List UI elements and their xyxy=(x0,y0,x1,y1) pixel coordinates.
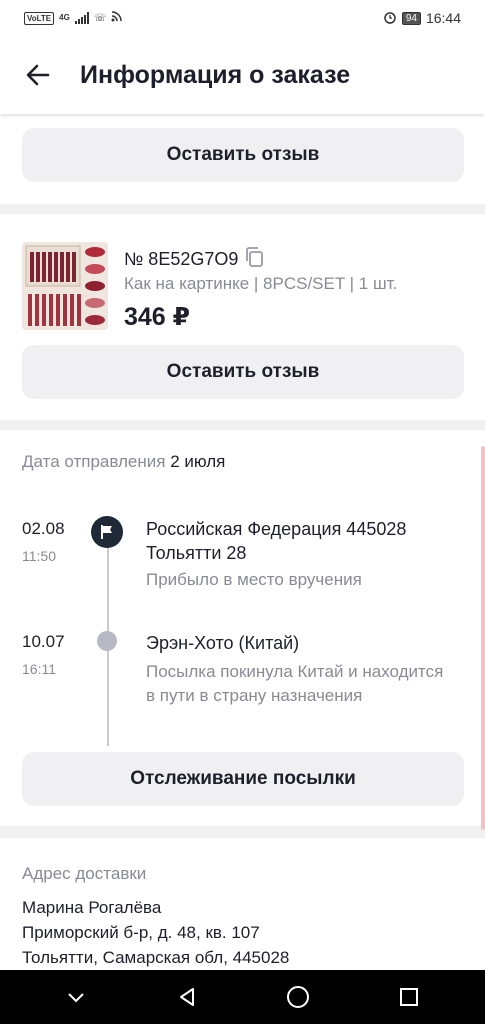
flag-icon xyxy=(91,516,123,548)
event-location: Российская Федерация 445028 Тольятти 28 xyxy=(146,519,407,563)
leave-review-button[interactable]: Оставить отзыв xyxy=(22,345,464,399)
product-card: № 8E52G7O9 Как на картинке | 8PCS/SET | … xyxy=(0,214,485,420)
square-recents-icon xyxy=(400,988,419,1006)
notification-icon: ☏ xyxy=(93,12,107,24)
triangle-back-icon xyxy=(179,988,194,1006)
event-date: 02.08 xyxy=(22,519,65,538)
address-street: Приморский б-р, д. 48, кв. 107 xyxy=(22,923,260,942)
tracking-card: Дата отправления 2 июля 02.08 11:50 Росс… xyxy=(0,430,485,830)
product-thumbnail[interactable] xyxy=(22,242,108,330)
network-type: 4G xyxy=(59,13,70,22)
chevron-down-icon xyxy=(67,993,84,1003)
signal-icon xyxy=(74,12,89,24)
ship-date-value: 2 июля xyxy=(170,452,226,471)
copy-icon[interactable] xyxy=(244,246,264,273)
hide-keyboard-button[interactable] xyxy=(54,975,98,1019)
track-parcel-button[interactable]: Отслеживание посылки xyxy=(22,752,464,806)
event-time: 16:11 xyxy=(22,661,56,677)
order-number: № 8E52G7O9 xyxy=(124,246,264,273)
ship-date: Дата отправления 2 июля xyxy=(22,452,225,472)
scroll-indicator xyxy=(481,446,485,830)
arrow-left-icon xyxy=(26,64,50,86)
clock: 16:44 xyxy=(425,10,461,26)
address-title: Адрес доставки xyxy=(22,864,147,883)
event-date: 10.07 xyxy=(22,632,65,651)
order-number-text: № 8E52G7O9 xyxy=(124,249,239,269)
address-city: Тольятти, Самарская обл, 445028 xyxy=(22,948,290,967)
address-card: Адрес доставки Марина Рогалёва Приморски… xyxy=(0,838,485,970)
product-variant: Как на картинке | 8PCS/SET | 1 шт. xyxy=(124,274,398,293)
alarm-icon xyxy=(383,10,397,27)
app-bar: Информация о заказе xyxy=(0,36,485,114)
nav-back-button[interactable] xyxy=(165,975,209,1019)
event-status: Посылка покинула Китай и находится в пут… xyxy=(146,662,444,705)
event-status: Прибыло в место вручения xyxy=(146,570,362,589)
back-button[interactable] xyxy=(20,57,56,93)
nav-home-button[interactable] xyxy=(276,975,320,1019)
volte-indicator: VoLTE xyxy=(24,11,55,25)
recipient-name: Марина Рогалёва xyxy=(22,898,162,917)
event-time: 11:50 xyxy=(22,548,56,564)
battery-icon: 94 xyxy=(401,11,421,25)
event-location: Эрэн-Хото (Китай) xyxy=(146,633,300,653)
timeline-dot xyxy=(97,631,117,651)
page-title: Информация о заказе xyxy=(80,60,351,89)
nav-recents-button[interactable] xyxy=(387,975,431,1019)
leave-review-button-top[interactable]: Оставить отзыв xyxy=(22,128,464,182)
status-bar: VoLTE 4G ☏ 94 16:44 xyxy=(0,0,485,36)
review-card-top: Оставить отзыв xyxy=(0,114,485,204)
wifi-icon xyxy=(111,11,123,25)
system-nav-bar xyxy=(0,970,485,1024)
product-price: 346 ₽ xyxy=(124,303,191,331)
circle-home-icon xyxy=(287,986,310,1008)
ship-date-label: Дата отправления xyxy=(22,452,166,471)
